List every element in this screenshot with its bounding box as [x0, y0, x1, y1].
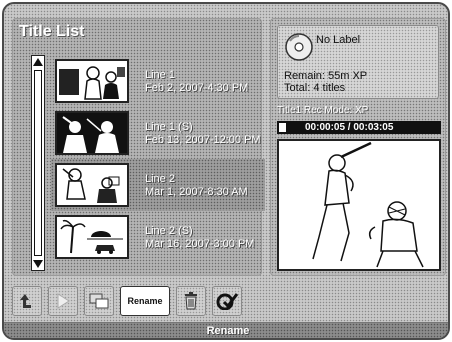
rec-mode-label: Title1 Rec Mode: XP [277, 105, 369, 116]
delete-button[interactable] [176, 286, 206, 316]
playback-time-bar: 00:00:05 / 00:03:05 [277, 121, 441, 134]
title-name: Line 2 (S) [145, 225, 193, 237]
scrollbar[interactable] [31, 55, 45, 271]
finalize-button[interactable] [212, 286, 242, 316]
list-item[interactable]: Line 1 (S) Feb 13, 2007-12:00 PM [51, 107, 265, 159]
panel-title: Title List [19, 23, 85, 40]
title-date: Mar 16, 2007-3:00 PM [145, 238, 255, 250]
copy-button[interactable] [84, 286, 114, 316]
remaining-time: Remain: 55m XP [284, 70, 368, 82]
title-list-screen: Title List Line 1 Feb 2, 2007-4:30 PM Li… [2, 2, 450, 340]
copy-frames-icon [89, 293, 109, 309]
title-name: Line 2 [145, 173, 175, 185]
disc-check-icon [216, 293, 238, 310]
disc-info-box: No Label Remain: 55m XP Total: 4 titles [277, 25, 439, 99]
trash-icon [185, 292, 197, 310]
title-list-panel: Title List Line 1 Feb 2, 2007-4:30 PM Li… [12, 18, 265, 276]
disc-label: No Label [316, 34, 361, 46]
title-preview [277, 139, 441, 271]
title-thumbnail [55, 111, 129, 155]
back-arrow-icon [20, 294, 31, 308]
status-bar: Rename [4, 322, 448, 338]
title-date: Mar 1, 2007-8:30 AM [145, 186, 248, 198]
list-item-selected[interactable]: Line 2 Mar 1, 2007-8:30 AM [51, 159, 265, 211]
total-titles: Total: 4 titles [284, 82, 346, 94]
title-name: Line 1 (S) [145, 121, 193, 133]
title-date: Feb 2, 2007-4:30 PM [145, 82, 249, 94]
play-button[interactable] [48, 286, 78, 316]
scroll-thumb[interactable] [34, 70, 42, 256]
playback-time: 00:00:05 / 00:03:05 [305, 122, 394, 133]
disc-icon [285, 33, 313, 61]
scroll-up-arrow-icon[interactable] [33, 58, 43, 66]
action-toolbar: Rename [12, 284, 444, 318]
back-button[interactable] [12, 286, 42, 316]
title-thumbnail [55, 59, 129, 103]
title-info-panel: No Label Remain: 55m XP Total: 4 titles … [270, 18, 446, 276]
list-item[interactable]: Line 2 (S) Mar 16, 2007-3:00 PM [51, 211, 265, 263]
scroll-down-arrow-icon[interactable] [33, 260, 43, 268]
title-date: Feb 13, 2007-12:00 PM [145, 134, 261, 146]
title-thumbnail [55, 163, 129, 207]
title-name: Line 1 [145, 69, 175, 81]
play-icon [57, 293, 70, 309]
play-position-marker [279, 123, 286, 132]
rename-button[interactable]: Rename [120, 286, 170, 316]
list-item[interactable]: Line 1 Feb 2, 2007-4:30 PM [51, 55, 265, 107]
title-thumbnail [55, 215, 129, 259]
